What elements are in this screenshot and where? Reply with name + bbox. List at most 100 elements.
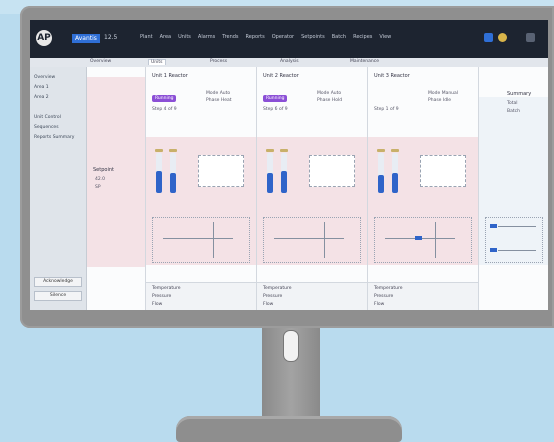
menu-item[interactable]: Setpoints (301, 34, 325, 40)
footer-label: Temperature (152, 286, 181, 291)
notification-icon[interactable] (484, 33, 493, 42)
summary-schematic[interactable] (485, 217, 543, 263)
tank-cap (280, 149, 288, 152)
setpoint-column: Setpoint 42.0 SP (87, 67, 146, 310)
column-footer: Temperature Pressure Flow (368, 282, 478, 310)
unit-mode: Mode Manual (428, 91, 459, 96)
tank-level-fill (170, 173, 176, 193)
pipe (435, 222, 436, 258)
status-pill: Running (263, 95, 288, 102)
sidebar-item[interactable]: Overview (34, 75, 55, 80)
footer-label: Flow (374, 302, 385, 307)
menu-item[interactable]: Units (178, 34, 191, 40)
summary-label: Batch (507, 109, 520, 114)
setpoint-value[interactable]: 42.0 (95, 177, 105, 182)
tank-cap (169, 149, 177, 152)
unit-column-2: Unit 2 Reactor Running Mode Auto Phase H… (257, 67, 368, 310)
tank-level (392, 153, 398, 193)
app-logo[interactable]: AP (36, 30, 52, 46)
footer-label: Pressure (152, 294, 172, 299)
tab-process[interactable]: Process (210, 59, 227, 64)
tank-level-fill (156, 171, 162, 193)
unit-step: Step 4 of 9 (152, 107, 177, 112)
pipe (498, 226, 536, 227)
unit-phase: Phase Idle (428, 98, 452, 103)
sidebar-item[interactable]: Unit Control (34, 115, 61, 120)
unit-phase: Phase Hold (317, 98, 343, 103)
footer-label: Temperature (374, 286, 403, 291)
process-schematic[interactable] (152, 217, 250, 263)
tank-level-fill (281, 171, 287, 193)
menu-item[interactable]: View (379, 34, 391, 40)
column-title: Unit 1 Reactor (152, 73, 188, 79)
footer-label: Flow (152, 302, 163, 307)
brand-badge: Avantis (72, 34, 100, 43)
sidebar-item[interactable]: Area 1 (34, 85, 49, 90)
tank-level-fill (392, 173, 398, 193)
tab-maintenance[interactable]: Maintenance (350, 59, 379, 64)
valve-node[interactable] (490, 248, 497, 252)
column-footer: Temperature Pressure Flow (257, 282, 367, 310)
tank-level (170, 153, 176, 193)
tank-level (281, 153, 287, 193)
valve-node[interactable] (415, 236, 422, 240)
column-title: Setpoint (93, 167, 114, 173)
tank-level (267, 153, 273, 193)
top-navigation-bar: AP Avantis 12.5 Plant Area Units Alarms … (30, 20, 548, 58)
tank-level (156, 153, 162, 193)
tank-cap (155, 149, 163, 152)
column-title: Unit 2 Reactor (263, 73, 299, 79)
monitor-cable-slot (283, 330, 299, 362)
trend-chart[interactable] (309, 155, 355, 187)
menu-item[interactable]: Trends (222, 34, 238, 40)
sidebar-item[interactable]: Reports Summary (34, 135, 74, 140)
user-icon[interactable] (498, 33, 507, 42)
pipe (274, 238, 344, 239)
tab-units[interactable]: Units (148, 59, 166, 65)
tank-cap (391, 149, 399, 152)
menu-item[interactable]: Plant (140, 34, 153, 40)
process-schematic[interactable] (263, 217, 361, 263)
footer-label: Temperature (263, 286, 292, 291)
settings-icon[interactable] (526, 33, 535, 42)
tank-level-fill (267, 173, 273, 193)
tab-overview[interactable]: Overview (90, 59, 111, 64)
sidebar-item[interactable]: Sequences (34, 125, 59, 130)
column-title: Unit 3 Reactor (374, 73, 410, 79)
footer-label: Pressure (374, 294, 394, 299)
acknowledge-button[interactable]: Acknowledge (34, 277, 82, 287)
column-footer: Temperature Pressure Flow (146, 282, 256, 310)
process-schematic[interactable] (374, 217, 472, 263)
column-title: Summary (507, 91, 532, 97)
unit-step: Step 1 of 9 (374, 107, 399, 112)
pipe (498, 250, 536, 251)
tank-level (378, 153, 384, 193)
sidebar-item[interactable]: Area 2 (34, 95, 49, 100)
summary-value: Total (507, 101, 518, 106)
menu-item[interactable]: Reports (246, 34, 265, 40)
pipe (324, 222, 325, 258)
monitor-base (176, 416, 402, 442)
unit-column-1: Unit 1 Reactor Running Mode Auto Phase H… (146, 67, 257, 310)
menu-item[interactable]: Alarms (198, 34, 215, 40)
menu-item[interactable]: Batch (332, 34, 346, 40)
monitor-screen: AP Avantis 12.5 Plant Area Units Alarms … (30, 20, 548, 310)
unit-step: Step 6 of 9 (263, 107, 288, 112)
valve-node[interactable] (490, 224, 497, 228)
menu-item[interactable]: Recipes (353, 34, 372, 40)
menu-item[interactable]: Operator (272, 34, 294, 40)
unit-mode: Mode Auto (317, 91, 342, 96)
pipe (163, 238, 233, 239)
trend-chart[interactable] (420, 155, 466, 187)
menu-item[interactable]: Area (160, 34, 172, 40)
silence-button[interactable]: Silence (34, 291, 82, 301)
status-pill: Running (152, 95, 177, 102)
footer-label: Flow (263, 302, 274, 307)
tank-cap (377, 149, 385, 152)
brand-version: 12.5 (104, 34, 118, 41)
unit-mode: Mode Auto (206, 91, 231, 96)
trend-chart[interactable] (198, 155, 244, 187)
tab-analysis[interactable]: Analysis (280, 59, 299, 64)
footer-label: Pressure (263, 294, 283, 299)
setpoint-label: SP (95, 185, 101, 190)
